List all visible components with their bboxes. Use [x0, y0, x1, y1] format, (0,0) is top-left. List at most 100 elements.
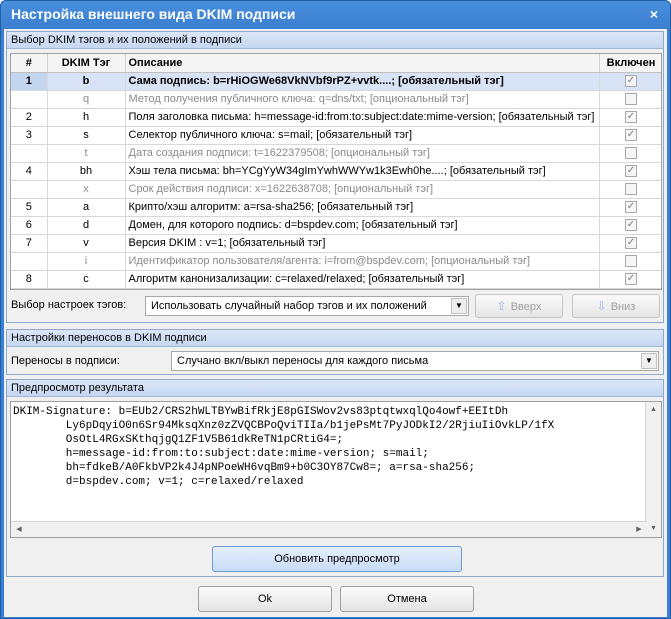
enabled-checkbox[interactable]	[625, 93, 637, 106]
enabled-checkbox[interactable]: ✓	[625, 129, 637, 142]
arrow-down-icon: ⇩	[596, 299, 607, 313]
row-number	[11, 252, 48, 271]
scroll-down-icon[interactable]: ▼	[646, 521, 661, 537]
table-row[interactable]: 1 b Сама подпись: b=rHiOGWe68VkNVbf9rPZ+vv…	[11, 72, 661, 91]
move-up-label: Вверх	[510, 301, 542, 313]
table-row[interactable]: 5 a Крипто/хэш алгоритм: a=rsa-sha256; [об…	[11, 198, 661, 217]
enabled-checkbox[interactable]	[625, 183, 637, 196]
table-row[interactable]: 8 c Алгоритм канонизализации: c=relaxed/re…	[11, 270, 661, 289]
row-description: Поля заголовка письма: h=message-id:from…	[125, 108, 600, 127]
preview-group-header: Предпросмотр результата	[7, 380, 663, 397]
table-row[interactable]: x Срок действия подписи: x=1622638708; [о…	[11, 180, 661, 199]
enabled-checkbox[interactable]	[625, 147, 637, 160]
row-number: 1	[11, 72, 48, 91]
table-row[interactable]: 4 bh Хэш тела письма: bh=YCgYyW34gImYwhWWY…	[11, 162, 661, 181]
enabled-checkbox[interactable]	[625, 255, 637, 268]
wrap-group-header: Настройки переносов в DKIM подписи	[7, 330, 663, 347]
row-description: Домен, для которого подпись: d=bspdev.co…	[125, 216, 600, 235]
enabled-checkbox[interactable]: ✓	[625, 237, 637, 250]
preview-line: Ly6pDqyiO0n6Sr94MksqXnz0zZVQCBPoQviTIIa/…	[13, 420, 555, 432]
row-enabled-cell: ✓	[599, 198, 661, 217]
row-enabled-cell: ✓	[599, 108, 661, 127]
horizontal-scrollbar[interactable]: ◀ ▶	[11, 521, 647, 537]
row-tag: b	[47, 72, 126, 91]
row-enabled-cell: ✓	[599, 270, 661, 289]
preview-group: Предпросмотр результата DKIM-Signature: …	[6, 379, 664, 577]
arrow-up-icon: ⇧	[496, 299, 507, 313]
preset-select-value: Использовать случайный набор тэгов и их …	[151, 300, 427, 312]
preview-textarea[interactable]: DKIM-Signature: b=EUb2/CRS2hWLTBYwBifRkj…	[10, 401, 662, 538]
table-row[interactable]: q Метод получения публичного ключа: q=dns…	[11, 90, 661, 109]
row-enabled-cell	[599, 90, 661, 109]
wrap-select[interactable]: Случано вкл/выкл переносы для каждого пи…	[171, 351, 659, 371]
chevron-down-icon[interactable]: ▼	[451, 298, 467, 314]
chevron-down-icon[interactable]: ▼	[641, 353, 657, 369]
row-tag: q	[47, 90, 126, 109]
preview-text: DKIM-Signature: b=EUb2/CRS2hWLTBYwBifRkj…	[11, 402, 661, 492]
tags-group-header: Выбор DKIM тэгов и их положений в подпис…	[7, 32, 663, 49]
enabled-checkbox[interactable]: ✓	[625, 75, 637, 88]
row-number: 3	[11, 126, 48, 145]
dialog-window: Настройка внешнего вида DKIM подписи × В…	[0, 0, 671, 619]
row-number: 7	[11, 234, 48, 253]
row-description: Хэш тела письма: bh=YCgYyW34gImYwhWWYw1k…	[125, 162, 600, 181]
table-row[interactable]: t Дата создания подписи: t=1622379508; [о…	[11, 144, 661, 163]
preset-select[interactable]: Использовать случайный набор тэгов и их …	[145, 296, 469, 316]
title-bar[interactable]: Настройка внешнего вида DKIM подписи ×	[1, 1, 670, 29]
refresh-preview-button[interactable]: Обновить предпросмотр	[212, 546, 462, 572]
row-description: Срок действия подписи: x=1622638708; [оп…	[125, 180, 600, 199]
row-tag: h	[47, 108, 126, 127]
move-up-button[interactable]: ⇧ Вверх	[475, 294, 563, 318]
enabled-checkbox[interactable]: ✓	[625, 273, 637, 286]
enabled-checkbox[interactable]: ✓	[625, 219, 637, 232]
table-row[interactable]: i Идентификатор пользователя/агента: i=fr…	[11, 252, 661, 271]
row-enabled-cell: ✓	[599, 162, 661, 181]
row-tag: t	[47, 144, 126, 163]
preview-line: h=message-id:from:to:subject:date:mime-v…	[13, 448, 429, 460]
move-down-button[interactable]: ⇩ Вниз	[572, 294, 660, 318]
move-down-label: Вниз	[610, 301, 636, 313]
scroll-left-icon[interactable]: ◀	[11, 522, 27, 537]
table-row[interactable]: 2 h Поля заголовка письма: h=message-id:fr…	[11, 108, 661, 127]
enabled-checkbox[interactable]: ✓	[625, 201, 637, 214]
preview-line: d=bspdev.com; v=1; c=relaxed/relaxed	[13, 476, 304, 488]
vertical-scrollbar[interactable]: ▲ ▼	[645, 402, 661, 537]
table-row[interactable]: 3 s Селектор публичного ключа: s=mail; [об…	[11, 126, 661, 145]
row-description: Крипто/хэш алгоритм: a=rsa-sha256; [обяз…	[125, 198, 600, 217]
row-description: Алгоритм канонизализации: c=relaxed/rela…	[125, 270, 600, 289]
tags-table[interactable]: # DKIM Тэг Описание Включен 1 b Сама подпи…	[10, 53, 662, 290]
table-row[interactable]: 6 d Домен, для которого подпись: d=bspdev.…	[11, 216, 661, 235]
row-tag: c	[47, 270, 126, 289]
wrap-label: Переносы в подписи:	[11, 355, 120, 367]
row-number	[11, 144, 48, 163]
row-number: 6	[11, 216, 48, 235]
row-enabled-cell: ✓	[599, 72, 661, 91]
row-number	[11, 180, 48, 199]
row-description: Метод получения публичного ключа: q=dns/…	[125, 90, 600, 109]
row-number: 4	[11, 162, 48, 181]
preview-line: OsOtL4RGxSKthqjgQ1ZF1V5B61dkReTN1pCRtiG4…	[13, 434, 344, 446]
ok-button[interactable]: Ok	[198, 586, 332, 612]
scroll-right-icon[interactable]: ▶	[631, 522, 647, 537]
enabled-checkbox[interactable]: ✓	[625, 165, 637, 178]
row-tag: bh	[47, 162, 126, 181]
column-header-tag[interactable]: DKIM Тэг	[47, 54, 126, 73]
column-header-num[interactable]: #	[11, 54, 48, 73]
row-description: Дата создания подписи: t=1622379508; [оп…	[125, 144, 600, 163]
row-number: 5	[11, 198, 48, 217]
table-row[interactable]: 7 v Версия DKIM : v=1; [обязательный тэг] ✓	[11, 234, 661, 253]
close-icon[interactable]: ×	[644, 4, 664, 24]
scroll-up-icon[interactable]: ▲	[646, 402, 661, 418]
enabled-checkbox[interactable]: ✓	[625, 111, 637, 124]
column-header-description[interactable]: Описание	[125, 54, 600, 73]
cancel-button[interactable]: Отмена	[340, 586, 474, 612]
window-title: Настройка внешнего вида DKIM подписи	[11, 6, 296, 22]
column-header-enabled[interactable]: Включен	[599, 54, 661, 73]
row-tag: a	[47, 198, 126, 217]
row-enabled-cell	[599, 180, 661, 199]
row-tag: v	[47, 234, 126, 253]
row-number	[11, 90, 48, 109]
row-description: Версия DKIM : v=1; [обязательный тэг]	[125, 234, 600, 253]
row-tag: i	[47, 252, 126, 271]
row-enabled-cell: ✓	[599, 234, 661, 253]
